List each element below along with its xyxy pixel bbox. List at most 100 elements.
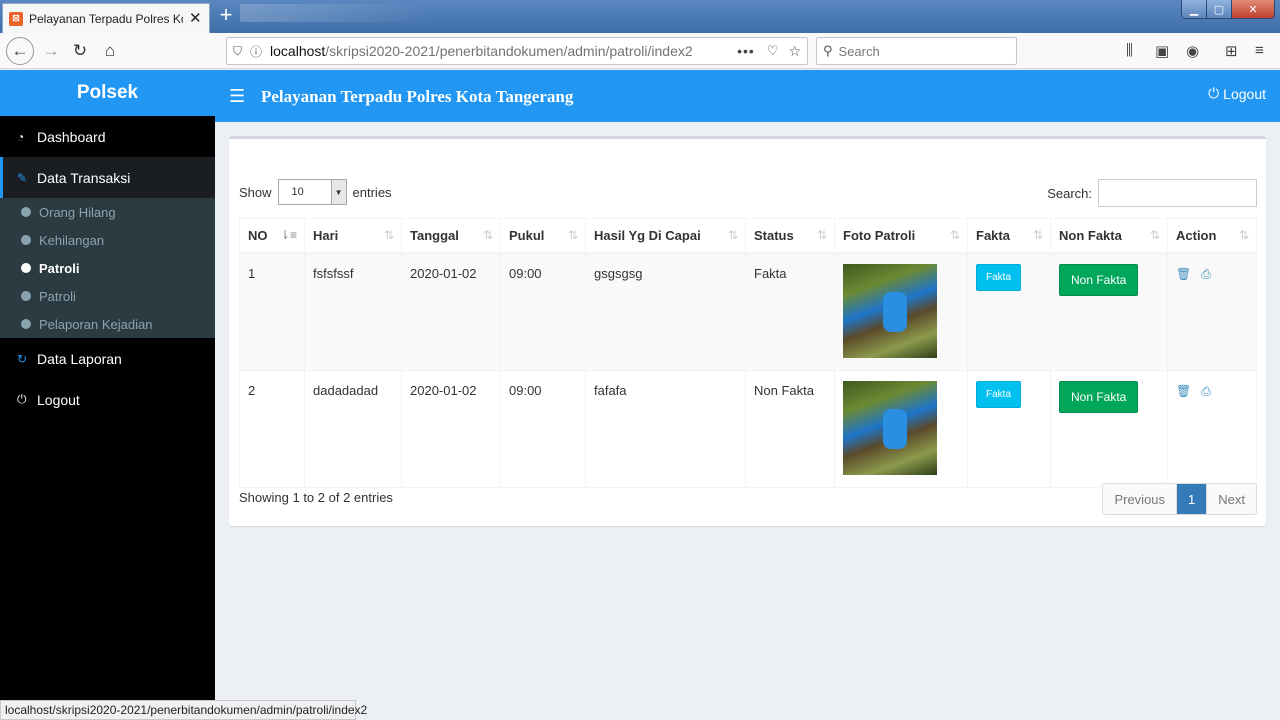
- non-fakta-button[interactable]: Non Fakta: [1059, 380, 1139, 413]
- browser-search-input[interactable]: ⚲ Search: [816, 37, 1017, 65]
- pagination: Previous 1 Next: [1102, 483, 1257, 515]
- sidebar-subitem-patroli-active[interactable]: Patroli: [0, 254, 215, 282]
- circle-icon: [21, 263, 31, 273]
- header-logout-label: Logout: [1223, 85, 1266, 102]
- table-header-row: NO ⇂≡ Hari ⇅ Tanggal ⇅ Pukul ⇅ Hasil Yg Di C…: [239, 218, 1257, 254]
- minimize-window-icon[interactable]: ▁: [1181, 0, 1207, 19]
- sidebar-subitem-pelaporan-kejadian[interactable]: Pelaporan Kejadian: [0, 310, 215, 338]
- library-icon[interactable]: ⫼: [1126, 42, 1133, 59]
- fakta-button[interactable]: Fakta: [976, 380, 1022, 408]
- print-icon[interactable]: ⎙: [1201, 384, 1211, 398]
- back-arrow-icon[interactable]: ←: [6, 37, 34, 65]
- non-fakta-button[interactable]: Non Fakta: [1059, 263, 1139, 296]
- sort-asc-icon: ⇂≡: [279, 228, 297, 242]
- column-header-tanggal[interactable]: Tanggal ⇅: [401, 218, 501, 254]
- sidebar-item-data-transaksi[interactable]: ✎ Data Transaksi: [0, 157, 215, 198]
- shield-icon: ⛉: [233, 43, 243, 58]
- cell-non-fakta: Non Fakta: [1050, 369, 1168, 488]
- brand-logo[interactable]: Polsek: [0, 70, 215, 116]
- previous-page-button[interactable]: Previous: [1103, 484, 1178, 514]
- column-header-hari[interactable]: Hari ⇅: [304, 218, 402, 254]
- page-actions-icon[interactable]: •••: [737, 43, 755, 59]
- sidebar-subitem-label: Pelaporan Kejadian: [39, 316, 153, 332]
- close-window-icon[interactable]: ✕: [1231, 0, 1275, 19]
- trash-icon[interactable]: 🗑: [1176, 267, 1191, 281]
- sidebar-item-data-laporan[interactable]: ↻ Data Laporan: [0, 338, 215, 379]
- column-header-hasil[interactable]: Hasil Yg Di Capai ⇅: [585, 218, 746, 254]
- new-tab-icon[interactable]: +: [214, 2, 238, 28]
- xampp-favicon-icon: ⊠: [9, 11, 23, 26]
- circle-icon: [21, 207, 31, 217]
- sidebar-submenu: Orang Hilang Kehilangan Patroli Patroli …: [0, 198, 215, 338]
- sidebar-item-dashboard[interactable]: ◔ Dashboard: [0, 116, 215, 157]
- app-header: ☰ Pelayanan Terpadu Polres Kota Tangeran…: [215, 70, 1280, 122]
- cell-hari: fsfsfssf: [304, 252, 402, 371]
- column-header-non-fakta[interactable]: Non Fakta ⇅: [1050, 218, 1168, 254]
- browser-status-url: localhost/skripsi2020-2021/penerbitandok…: [0, 700, 367, 720]
- show-label: Show: [239, 184, 272, 200]
- sort-icon: ⇅: [816, 228, 827, 242]
- print-icon[interactable]: ⎙: [1201, 267, 1211, 281]
- entries-length-control: Show 10 ▼ entries: [239, 179, 392, 205]
- cell-tanggal: 2020-01-02: [401, 369, 501, 488]
- column-header-status[interactable]: Status ⇅: [745, 218, 835, 254]
- dashboard-icon: ◔: [17, 129, 25, 144]
- hamburger-menu-icon[interactable]: ☰: [229, 86, 245, 107]
- browser-tab[interactable]: ⊠ Pelayanan Terpadu Polres Kota ✕: [2, 3, 210, 33]
- cell-foto: [834, 252, 968, 371]
- page-1-button[interactable]: 1: [1177, 484, 1207, 514]
- column-header-pukul[interactable]: Pukul ⇅: [500, 218, 586, 254]
- patroli-table: NO ⇂≡ Hari ⇅ Tanggal ⇅ Pukul ⇅ Hasil Yg Di C…: [239, 218, 1257, 488]
- entries-select[interactable]: 10 ▼: [277, 179, 347, 205]
- next-page-button[interactable]: Next: [1206, 484, 1256, 514]
- entries-label: entries: [352, 184, 392, 200]
- sidebar: ◔ Dashboard ✎ Data Transaksi Orang Hilan…: [0, 116, 215, 700]
- cell-foto: [834, 369, 968, 488]
- pocket-icon[interactable]: ♡: [767, 43, 779, 59]
- background-tab: [240, 4, 430, 22]
- trash-icon[interactable]: 🗑: [1176, 384, 1191, 398]
- table-row: 1 fsfsfssf 2020-01-02 09:00 gsgsgsg Fakt…: [239, 252, 1257, 371]
- circle-icon: [21, 291, 31, 301]
- maximize-window-icon[interactable]: ▢: [1206, 0, 1232, 19]
- sidebar-subitem-kehilangan[interactable]: Kehilangan: [0, 226, 215, 254]
- fakta-button[interactable]: Fakta: [976, 263, 1022, 291]
- search-icon: ⚲: [823, 43, 833, 58]
- column-header-action[interactable]: Action ⇅: [1167, 218, 1257, 254]
- browser-titlebar: ⊠ Pelayanan Terpadu Polres Kota ✕ + ▁ ▢ …: [0, 0, 1280, 33]
- sidebar-toggle-icon[interactable]: ▣: [1155, 42, 1169, 60]
- browser-toolbar: ← → ↻ ⌂ ⛉ ⓘ localhost/skripsi2020-2021/p…: [0, 33, 1280, 69]
- cell-action: 🗑 ⎙: [1167, 252, 1257, 371]
- sort-icon: ⇅: [1032, 228, 1043, 242]
- url-bar[interactable]: ⛉ ⓘ localhost/skripsi2020-2021/penerbita…: [226, 37, 808, 65]
- search-placeholder: Search: [838, 43, 880, 59]
- sort-icon: ⇅: [482, 228, 493, 242]
- column-header-foto[interactable]: Foto Patroli ⇅: [834, 218, 968, 254]
- search-label: Search:: [1047, 185, 1092, 201]
- reload-icon[interactable]: ↻: [67, 38, 93, 64]
- sidebar-subitem-orang-hilang[interactable]: Orang Hilang: [0, 198, 215, 226]
- cell-status: Fakta: [745, 252, 835, 371]
- table-search: Search:: [1047, 179, 1257, 207]
- close-tab-icon[interactable]: ✕: [189, 11, 202, 26]
- patrol-photo[interactable]: [843, 263, 937, 358]
- account-icon[interactable]: ◉: [1186, 42, 1199, 60]
- forward-arrow-icon[interactable]: →: [38, 38, 64, 64]
- sort-icon: ⇅: [949, 228, 960, 242]
- patrol-photo[interactable]: [843, 380, 937, 475]
- column-header-fakta[interactable]: Fakta ⇅: [967, 218, 1051, 254]
- column-header-no[interactable]: NO ⇂≡: [239, 218, 305, 254]
- header-logout-link[interactable]: ⏻ Logout: [1208, 85, 1266, 102]
- menu-icon[interactable]: ≡: [1255, 42, 1264, 59]
- home-icon[interactable]: ⌂: [97, 38, 123, 64]
- sidebar-subitem-patroli[interactable]: Patroli: [0, 282, 215, 310]
- cell-pukul: 09:00: [500, 252, 586, 371]
- extensions-icon[interactable]: ⊞: [1225, 42, 1238, 60]
- sidebar-item-logout[interactable]: ⏻ Logout: [0, 379, 215, 420]
- table-search-input[interactable]: [1098, 179, 1257, 207]
- cell-non-fakta: Non Fakta: [1050, 252, 1168, 371]
- cell-no: 2: [239, 369, 305, 488]
- sidebar-item-label: Logout: [37, 391, 80, 408]
- bookmark-star-icon[interactable]: ☆: [788, 43, 801, 60]
- circle-icon: [21, 235, 31, 245]
